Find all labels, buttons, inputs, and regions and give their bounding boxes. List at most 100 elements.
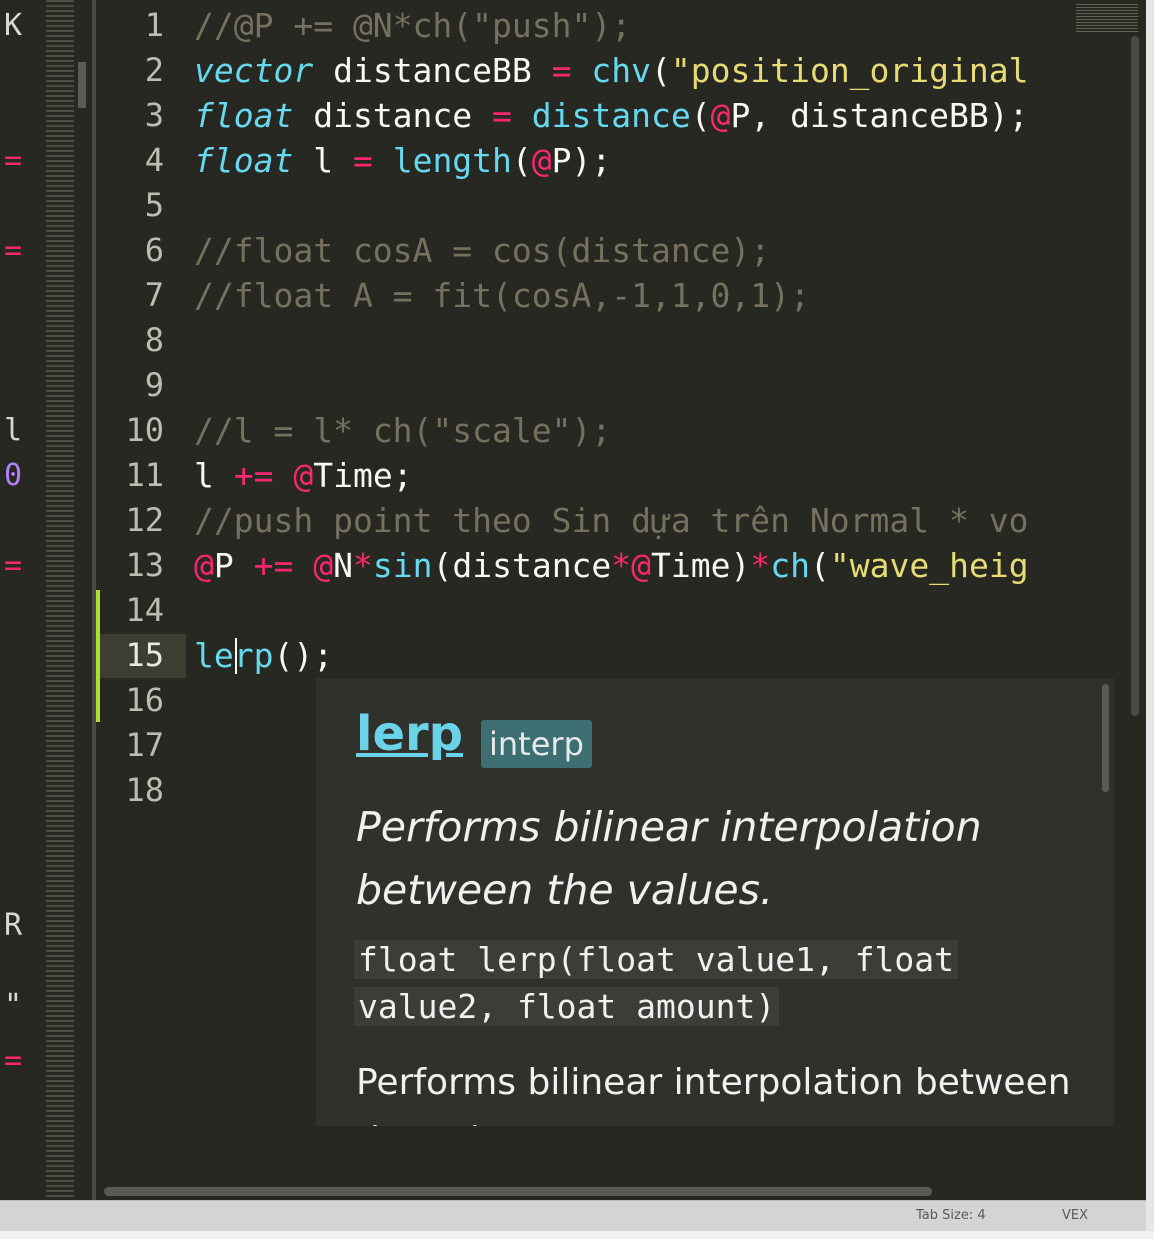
code-token: vector xyxy=(194,51,314,90)
left-pane-char: 0 xyxy=(4,458,23,493)
code-token: @ xyxy=(194,546,214,585)
line-number: 5 xyxy=(144,186,164,224)
code-token: ( xyxy=(690,96,711,135)
code-token: distance xyxy=(293,96,493,135)
code-token: distanceBB xyxy=(313,51,552,90)
code-token: @ xyxy=(313,546,334,585)
vertical-scrollbar[interactable] xyxy=(1131,36,1139,716)
popup-category-badge: interp xyxy=(481,720,592,768)
line-number: 10 xyxy=(125,411,164,449)
code-token: "wave_heig xyxy=(829,546,1029,585)
code-token: Time; xyxy=(313,456,413,495)
autocomplete-doc-popup[interactable]: lerp interp Performs bilinear interpolat… xyxy=(316,678,1114,1126)
code-token: @ xyxy=(293,456,314,495)
line-number: 9 xyxy=(144,366,164,404)
code-token: @ xyxy=(710,96,731,135)
code-editor[interactable]: //@P += @N*ch("push"); vector distanceBB … xyxy=(96,0,1146,1200)
line-number: 17 xyxy=(125,726,164,764)
code-token: = xyxy=(551,51,572,90)
code-line[interactable]: //float cosA = cos(distance); xyxy=(194,231,770,270)
window-edge xyxy=(0,1231,1154,1239)
line-number: 14 xyxy=(125,591,164,629)
popup-description-detail: Performs bilinear interpolation between … xyxy=(356,1062,1071,1126)
line-number: 4 xyxy=(144,141,164,179)
left-pane-char: = xyxy=(4,548,23,583)
code-token: N xyxy=(333,546,353,585)
line-number: 6 xyxy=(144,231,164,269)
syntax-indicator[interactable]: VEX xyxy=(1062,1208,1088,1223)
minimap[interactable] xyxy=(1076,4,1138,34)
popup-signature-text: float lerp(float value1, float value2, f… xyxy=(354,940,959,1026)
code-token: * xyxy=(353,546,373,585)
left-pane-char: l xyxy=(4,413,23,448)
code-token: Time) xyxy=(651,546,751,585)
status-bar: Tab Size: 4 VEX xyxy=(0,1200,1148,1232)
code-token: (); xyxy=(273,636,334,675)
text-cursor xyxy=(235,638,237,674)
line-number: 16 xyxy=(125,681,164,719)
left-pane-char: " xyxy=(4,988,23,1023)
code-token: "position_original xyxy=(670,51,1029,90)
popup-function-name-link[interactable]: lerp xyxy=(356,706,463,762)
window-edge xyxy=(1146,0,1154,1239)
code-token: //l = l* ch("scale"); xyxy=(194,411,612,450)
code-token: //float A = fit(cosA,-1,1,0,1); xyxy=(194,276,810,315)
left-pane-char: = xyxy=(4,143,23,178)
left-minimap-scrollbar[interactable] xyxy=(78,62,86,108)
code-token: ( xyxy=(810,546,830,585)
code-token: float xyxy=(194,96,294,135)
code-token: P xyxy=(213,546,254,585)
code-token: length xyxy=(392,141,512,180)
code-line[interactable]: @P += @N*sin(distance*@Time)*ch("wave_he… xyxy=(194,546,1029,585)
code-token: @ xyxy=(631,546,652,585)
popup-signature: float lerp(float value1, float value2, f… xyxy=(354,936,1004,1030)
code-token: * xyxy=(611,546,632,585)
left-pane-char: = xyxy=(4,1043,23,1078)
line-number: 7 xyxy=(144,276,164,314)
horizontal-scrollbar[interactable] xyxy=(104,1187,932,1196)
code-line[interactable]: float distance = distance(@P, distanceBB… xyxy=(194,96,1029,135)
popup-scrollbar[interactable] xyxy=(1102,684,1109,792)
code-token: ch xyxy=(770,546,811,585)
code-token: (distance xyxy=(432,546,612,585)
code-token: float xyxy=(194,141,294,180)
line-number: 8 xyxy=(144,321,164,359)
code-token: chv xyxy=(591,51,651,90)
code-token: @ xyxy=(531,141,552,180)
code-line[interactable]: //float A = fit(cosA,-1,1,0,1); xyxy=(194,276,810,315)
line-number: 18 xyxy=(125,771,164,809)
code-line[interactable]: float l = length(@P); xyxy=(194,141,611,180)
tab-size-indicator[interactable]: Tab Size: 4 xyxy=(916,1208,986,1223)
code-line[interactable]: //@P += @N*ch("push"); xyxy=(194,6,631,45)
line-number: 2 xyxy=(144,51,164,89)
code-line[interactable]: l += @Time; xyxy=(194,456,413,495)
code-line[interactable]: lerp(); xyxy=(194,636,333,675)
code-token: += xyxy=(233,456,274,495)
code-line[interactable]: //l = l* ch("scale"); xyxy=(194,411,611,450)
code-line[interactable]: vector distanceBB = chv("position_origin… xyxy=(194,51,1029,90)
code-token: //push point theo Sin dựa trên Normal * … xyxy=(194,501,1029,540)
code-line[interactable]: //push point theo Sin dựa trên Normal * … xyxy=(194,501,1028,540)
line-number: 13 xyxy=(125,546,164,584)
code-token: l xyxy=(293,141,353,180)
code-token: = xyxy=(492,96,512,135)
left-minimap[interactable] xyxy=(46,0,74,1200)
line-number: 12 xyxy=(125,501,164,539)
left-pane-char: R xyxy=(4,908,23,943)
line-number: 11 xyxy=(125,456,164,494)
code-token: += xyxy=(253,546,294,585)
code-token: sin xyxy=(372,546,433,585)
code-token: ( xyxy=(511,141,532,180)
line-number: 15 xyxy=(125,636,164,674)
code-token: //@P += @N*ch("push"); xyxy=(194,6,632,45)
line-number: 1 xyxy=(144,6,164,44)
code-token: l xyxy=(194,456,234,495)
code-token: lerp xyxy=(194,636,274,675)
left-editor-pane[interactable]: K = = l 0 = R " = xyxy=(0,0,96,1200)
code-token: P); xyxy=(551,141,612,180)
